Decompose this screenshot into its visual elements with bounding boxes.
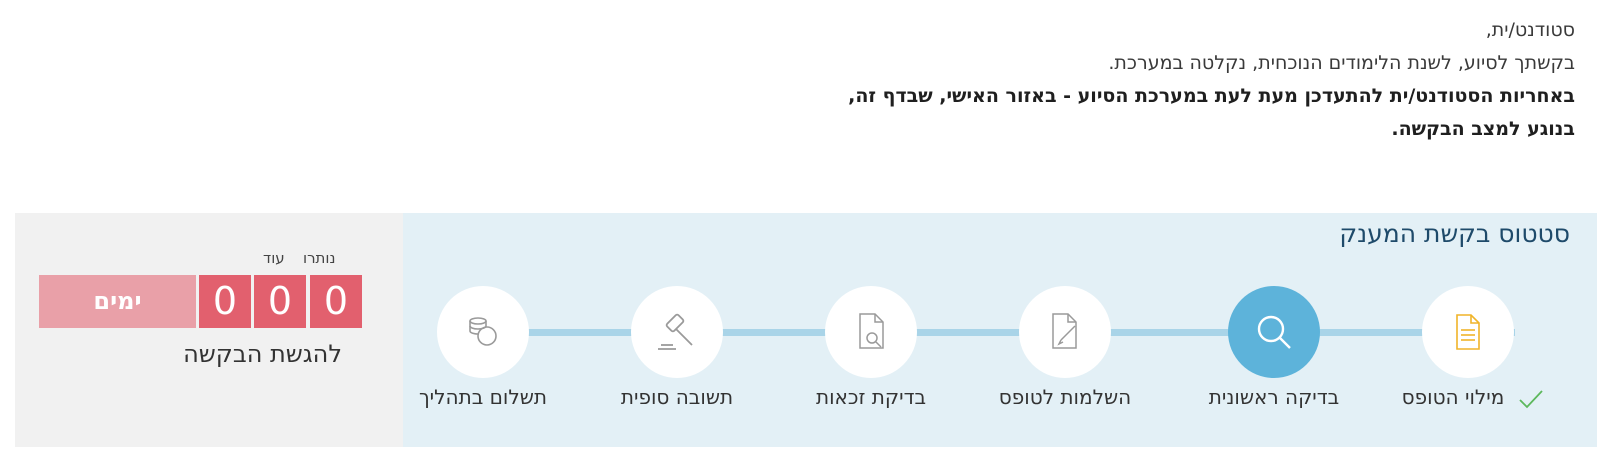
step-circle-fill-form	[1422, 286, 1514, 378]
status-panel: סטטוס בקשת המענק תשלום בתהליך תשובה סופי…	[403, 213, 1597, 447]
magnifier-icon	[1257, 315, 1291, 349]
step-circle-initial-review	[1228, 286, 1320, 378]
step-label-completions: השלמות לטופס	[998, 385, 1132, 409]
countdown-header-left: נותרו	[303, 249, 336, 267]
step-circle-payment	[437, 286, 529, 378]
countdown-digit: 0	[254, 275, 306, 328]
check-icon	[1519, 390, 1543, 409]
step-circle-eligibility	[825, 286, 917, 378]
countdown-header-more: עוד	[263, 249, 285, 267]
step-label-eligibility: בדיקת זכאות	[815, 385, 927, 409]
intro-line-status: בנוגע למצב הבקשה.	[1391, 118, 1575, 140]
countdown-digit: 0	[199, 275, 251, 328]
document-edit-icon	[1052, 313, 1077, 349]
document-search-icon	[859, 313, 884, 349]
intro-line-greeting: סטודנט/ית,	[1485, 19, 1575, 41]
gavel-icon	[658, 313, 693, 350]
step-circle-final-answer	[631, 286, 723, 378]
step-circle-completions	[1019, 286, 1111, 378]
intro-line-received: בקשתך לסיוע, לשנת הלימודים הנוכחית, נקלט…	[1108, 52, 1575, 74]
status-title: סטטוס בקשת המענק	[1339, 219, 1570, 248]
document-icon	[1456, 314, 1480, 350]
countdown-unit: ימים	[39, 275, 196, 328]
step-label-final-answer: תשובה סופית	[620, 385, 734, 409]
coins-icon	[469, 317, 497, 346]
countdown-caption: להגשת הבקשה	[183, 340, 342, 368]
step-label-initial-review: בדיקה ראשונית	[1208, 385, 1340, 409]
countdown-digit: 0	[310, 275, 362, 328]
step-label-payment: תשלום בתהליך	[418, 385, 548, 409]
intro-line-responsibility: באחריות הסטודנט/ית להתעדכן מעת לעת במערכ…	[848, 85, 1575, 107]
intro-text: סטודנט/ית, בקשתך לסיוע, לשנת הלימודים הנ…	[675, 14, 1575, 146]
